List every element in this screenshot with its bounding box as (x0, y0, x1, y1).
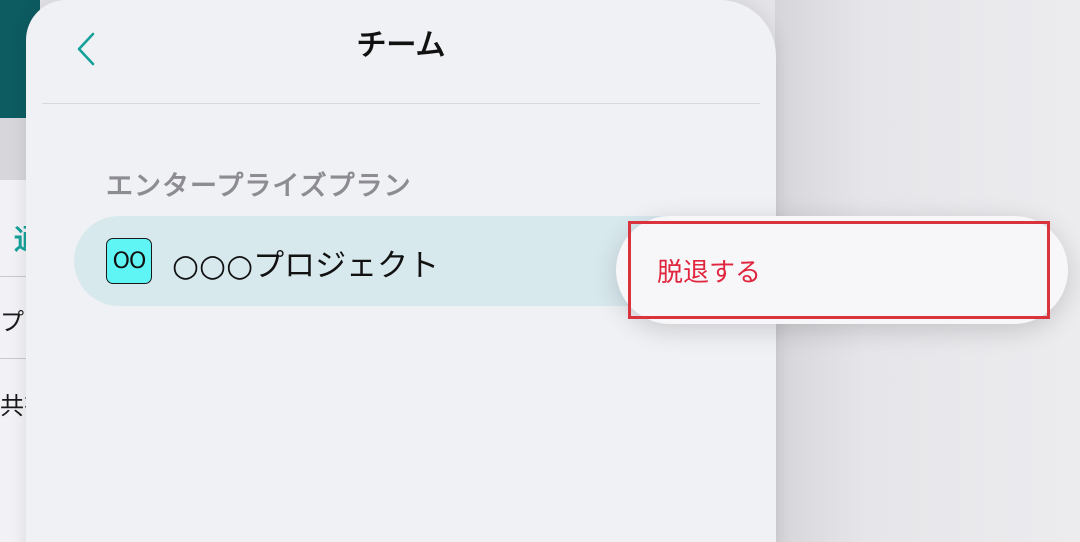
context-menu: 脱退する (616, 216, 1068, 324)
nav-divider (42, 103, 760, 104)
leave-team-menu-item[interactable]: 脱退する (628, 221, 1050, 319)
section-header: エンタープライズプラン (106, 171, 412, 202)
team-name: ○○○プロジェクト (172, 248, 440, 284)
leave-team-label: 脱退する (657, 257, 762, 288)
team-avatar: OO (106, 238, 152, 284)
page-title: チーム (356, 28, 446, 63)
